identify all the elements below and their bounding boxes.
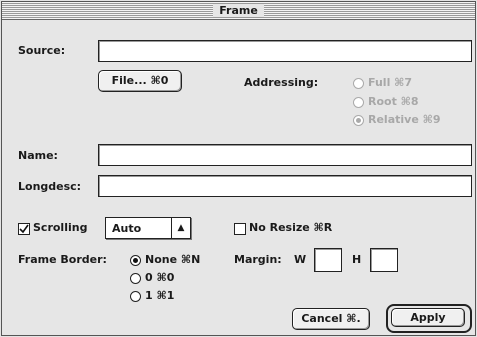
source-input[interactable] bbox=[98, 40, 472, 62]
file-button[interactable]: File... ⌘0 bbox=[98, 70, 182, 92]
margin-h-label: H bbox=[352, 253, 362, 266]
margin-label: Margin: bbox=[234, 253, 282, 266]
no-resize-checkbox[interactable] bbox=[234, 223, 246, 235]
frame-border-label: Frame Border: bbox=[18, 253, 107, 266]
addressing-full-label: Full ⌘7 bbox=[368, 76, 413, 89]
cancel-button[interactable]: Cancel ⌘. bbox=[292, 308, 370, 330]
addressing-relative-label: Relative ⌘9 bbox=[368, 113, 441, 126]
radio-relative[interactable] bbox=[353, 115, 364, 126]
margin-w-label: W bbox=[294, 253, 307, 266]
margin-width-input[interactable] bbox=[314, 248, 342, 272]
check-icon bbox=[19, 224, 29, 234]
scrolling-select-value: Auto bbox=[112, 222, 142, 235]
longdesc-label: Longdesc: bbox=[18, 180, 82, 193]
window-title: Frame bbox=[213, 4, 264, 17]
apply-button[interactable]: Apply bbox=[391, 308, 465, 327]
radio-none[interactable] bbox=[130, 255, 141, 266]
frame-border-1-label: 1 ⌘1 bbox=[145, 289, 175, 302]
frame-border-0-label: 0 ⌘0 bbox=[145, 271, 175, 284]
margin-height-input[interactable] bbox=[370, 248, 398, 272]
addressing-root-label: Root ⌘8 bbox=[368, 95, 419, 108]
updown-arrows-icon: ▲ bbox=[171, 218, 190, 238]
scrolling-label: Scrolling bbox=[33, 221, 88, 234]
title-bar[interactable]: Frame bbox=[2, 2, 475, 20]
radio-root[interactable] bbox=[353, 97, 364, 108]
name-input[interactable] bbox=[98, 144, 472, 166]
addressing-label: Addressing: bbox=[244, 76, 319, 89]
radio-full[interactable] bbox=[353, 78, 364, 89]
frame-border-none-label: None ⌘N bbox=[145, 253, 201, 266]
frame-dialog: Frame Source: File... ⌘0 Addressing: Ful… bbox=[1, 1, 476, 336]
radio-1[interactable] bbox=[130, 291, 141, 302]
name-label: Name: bbox=[18, 149, 58, 162]
radio-0[interactable] bbox=[130, 273, 141, 284]
source-label: Source: bbox=[18, 44, 66, 57]
scrolling-select[interactable]: Auto ▲ bbox=[105, 217, 191, 239]
longdesc-input[interactable] bbox=[98, 175, 472, 197]
scrolling-checkbox[interactable] bbox=[18, 223, 30, 235]
no-resize-label: No Resize ⌘R bbox=[249, 221, 333, 234]
